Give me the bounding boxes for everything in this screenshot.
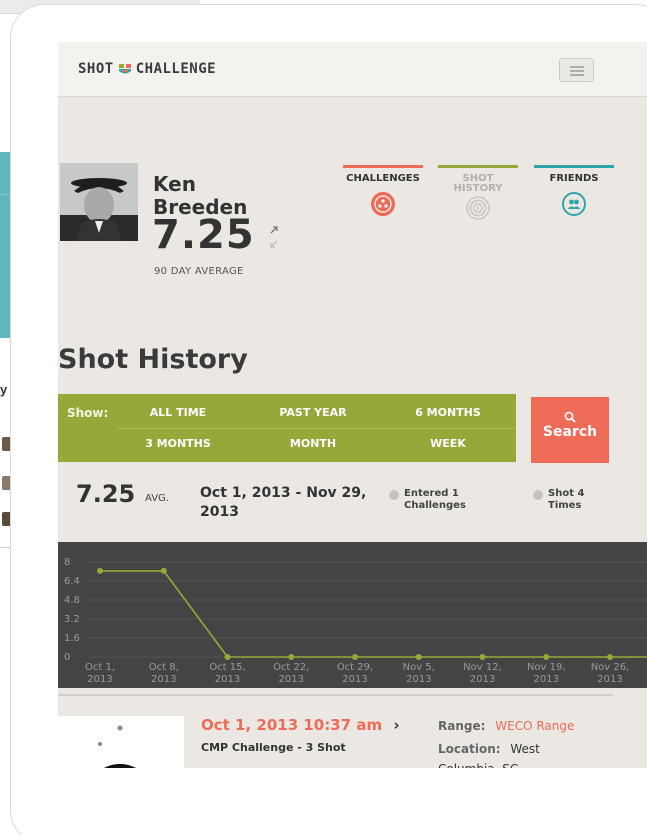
filter-3-months[interactable]: 3 MONTHS: [113, 437, 243, 450]
filter-divider: [117, 428, 516, 429]
logo-mark-icon: [118, 62, 132, 76]
filter-6-months[interactable]: 6 MONTHS: [383, 406, 513, 419]
location-row: Location: West Columbia, SC: [438, 739, 598, 768]
average-label: AVG.: [145, 493, 169, 504]
series-line: [100, 570, 647, 658]
x-tick-label: 2013: [151, 674, 176, 685]
x-tick-label: 2013: [87, 674, 112, 685]
rings-icon: [466, 196, 490, 220]
stat-shots: Shot 4 Times: [533, 488, 608, 512]
shots-dot-icon: [533, 490, 543, 500]
tab-label: FRIENDS: [549, 173, 599, 184]
y-tick-label: 8: [64, 557, 70, 568]
target-image[interactable]: [58, 716, 184, 768]
search-icon: [564, 408, 576, 423]
page-title: Shot History: [58, 344, 248, 375]
y-tick-label: 3.2: [64, 614, 80, 625]
data-point: [288, 654, 295, 660]
data-point: [97, 567, 103, 574]
search-label: Search: [542, 424, 598, 440]
target-icon: [371, 192, 395, 216]
x-tick-label: Oct 1,: [85, 662, 115, 673]
data-point: [543, 654, 550, 660]
y-tick-label: 4.8: [64, 595, 80, 606]
logo-text-right: CHALLENGE: [135, 61, 217, 77]
shot-history-chart: 0 1.6 3.2 4.8 6.4 8 Oct 1, 2013 Oct 8, 2013 Oct 15…: [58, 542, 647, 688]
x-tick-label: 2013: [279, 674, 304, 685]
chart-svg: 01.63.24.86.48Oct 1,2013Oct 8,2013Oct 15…: [64, 557, 647, 685]
tab-shot-history[interactable]: SHOT HISTORY: [438, 165, 518, 220]
data-point: [607, 654, 613, 660]
user-avatar[interactable]: [60, 163, 138, 241]
menu-button[interactable]: [559, 58, 594, 82]
filter-week[interactable]: WEEK: [383, 437, 513, 450]
background-text-fragment: y: [0, 382, 8, 397]
date-range: Oct 1, 2013 - Nov 29, 2013: [200, 485, 367, 520]
logo-text-left: SHOT: [78, 61, 114, 77]
stat-challenges: Entered 1 Challenges: [389, 488, 504, 512]
y-tick-label: 1.6: [64, 633, 80, 644]
challenges-dot-icon: [389, 490, 399, 500]
friends-icon: [562, 192, 586, 216]
x-tick-label: Nov 5,: [403, 662, 435, 673]
range-row: Range: WECO Range: [438, 719, 574, 733]
y-tick-label: 0: [64, 652, 70, 663]
navbar: SHOT CHALLENGE: [58, 42, 647, 97]
range-label: Range:: [438, 719, 486, 733]
entry-date: Oct 1, 2013 10:37 am: [201, 716, 383, 734]
hamburger-line: [570, 66, 584, 68]
period-average: 7.25: [76, 480, 136, 508]
x-tick-label: 2013: [470, 674, 495, 685]
x-tick-label: Oct 29,: [337, 662, 373, 673]
x-tick-label: 2013: [534, 674, 559, 685]
x-tick-label: 2013: [597, 674, 622, 685]
user-first-name: Ken: [153, 172, 196, 196]
app-screen: SHOT CHALLENGE Ken Breeden 7.25 90 DAY A…: [58, 42, 647, 768]
x-tick-label: 2013: [215, 674, 240, 685]
data-point: [224, 654, 231, 660]
time-filter-bar: Show: ALL TIME PAST YEAR 6 MONTHS 3 MONT…: [58, 394, 516, 462]
filter-month[interactable]: MONTH: [248, 437, 378, 450]
search-button[interactable]: Search: [531, 397, 609, 463]
data-point: [352, 654, 358, 660]
range-link[interactable]: WECO Range: [495, 719, 574, 733]
tab-indicator: [438, 165, 518, 168]
data-point: [415, 654, 422, 660]
x-tick-label: Nov 12,: [463, 662, 502, 673]
entry-title: CMP Challenge - 3 Shot: [201, 741, 346, 754]
tab-indicator: [534, 165, 614, 168]
section-divider: [58, 694, 613, 696]
stat-challenges-text: Entered 1 Challenges: [404, 488, 466, 511]
filter-past-year[interactable]: PAST YEAR: [248, 406, 378, 419]
tab-challenges[interactable]: CHALLENGES: [343, 165, 423, 216]
tab-label: CHALLENGES: [346, 173, 420, 184]
expand-icon[interactable]: [268, 225, 280, 251]
average-score: 7.25: [152, 212, 255, 258]
x-tick-label: 2013: [342, 674, 367, 685]
tab-indicator: [343, 165, 423, 168]
hamburger-line: [570, 74, 584, 76]
x-tick-label: Nov 19,: [527, 662, 566, 673]
app-logo[interactable]: SHOT CHALLENGE: [78, 61, 216, 77]
show-label: Show:: [67, 406, 109, 420]
x-tick-label: Nov 26,: [591, 662, 630, 673]
x-tick-label: Oct 22,: [273, 662, 309, 673]
chevron-right-icon: ›: [393, 716, 400, 734]
data-point: [479, 654, 486, 660]
location-label: Location:: [438, 742, 501, 756]
data-point: [160, 567, 167, 574]
hamburger-line: [570, 70, 584, 72]
x-tick-label: Oct 8,: [149, 662, 179, 673]
y-tick-label: 6.4: [64, 576, 80, 587]
score-caption: 90 DAY AVERAGE: [154, 266, 244, 277]
tab-friends[interactable]: FRIENDS: [534, 165, 614, 216]
filter-all-time[interactable]: ALL TIME: [113, 406, 243, 419]
x-tick-label: 2013: [406, 674, 431, 685]
x-tick-label: Oct 15,: [209, 662, 245, 673]
tab-label: SHOT HISTORY: [453, 173, 503, 194]
entry-date-link[interactable]: Oct 1, 2013 10:37 am ›: [201, 716, 400, 734]
stat-shots-text: Shot 4 Times: [548, 488, 585, 511]
